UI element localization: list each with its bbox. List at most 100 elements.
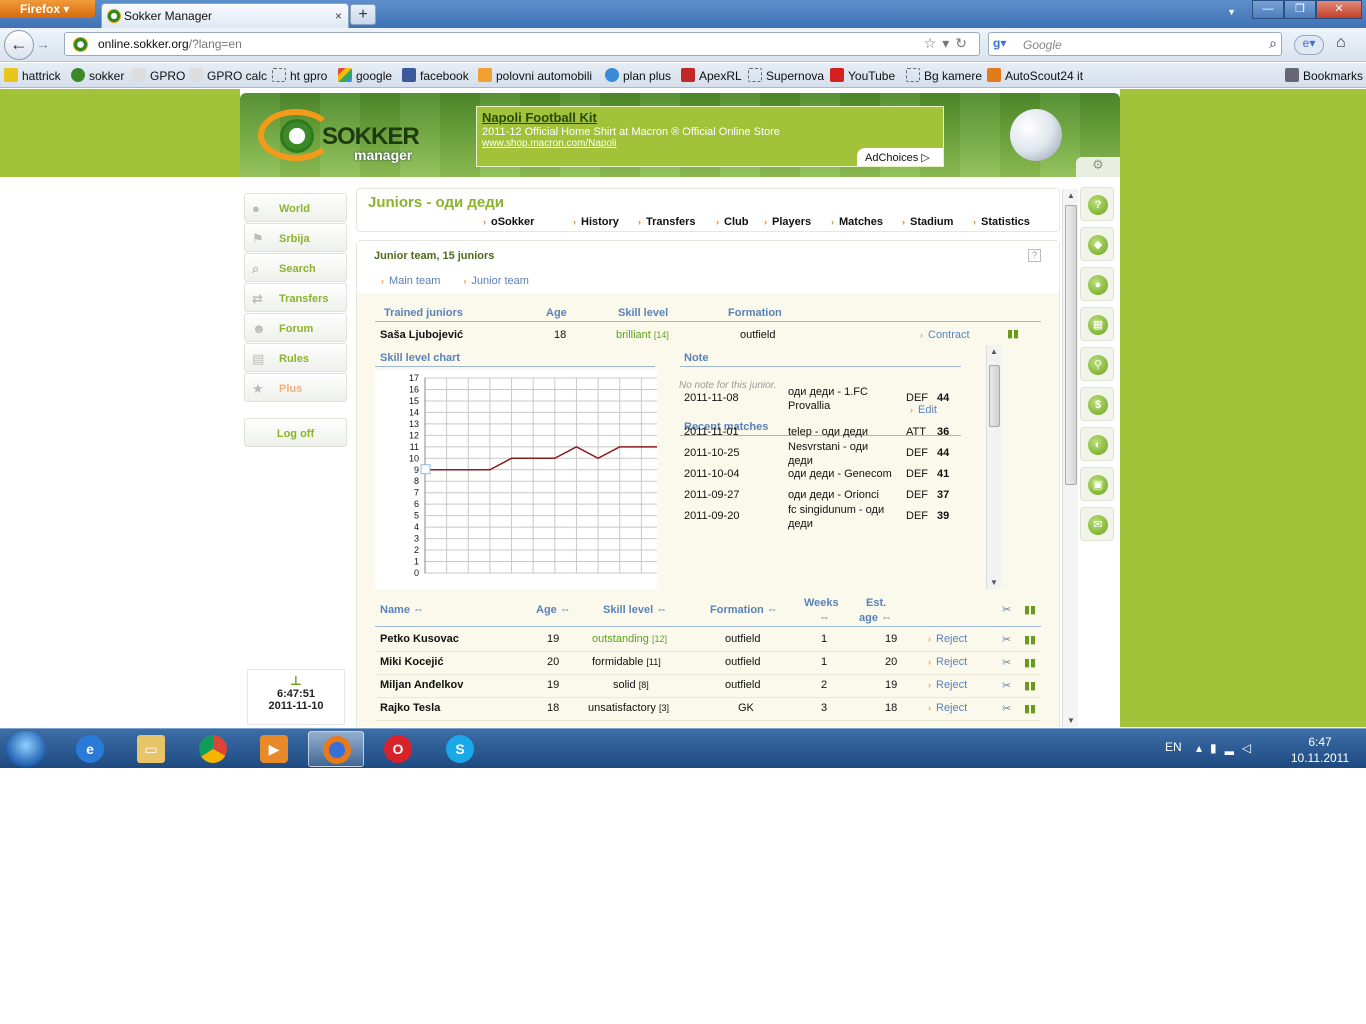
list-col-skill[interactable]: Skill level ⇔ <box>603 604 667 616</box>
scroll-up-icon[interactable]: ▲ <box>990 347 998 356</box>
url-bar[interactable]: online.sokker.org/?lang=en ☆▾↻ <box>64 32 980 56</box>
firefox-menu-button[interactable]: Firefox ▾ <box>0 0 95 18</box>
bookmark-supernova[interactable]: Supernova <box>748 68 824 83</box>
recent-match-teams[interactable]: оди деди - Genecom <box>788 468 892 480</box>
recent-match-teams[interactable]: telep - оди деди <box>788 426 868 438</box>
language-indicator[interactable]: EN <box>1165 740 1182 754</box>
tools-icon[interactable]: ✂ <box>1002 633 1011 646</box>
new-tab-button[interactable]: + <box>350 4 376 25</box>
contract-link[interactable]: › Contract <box>920 329 970 341</box>
mail-rail-button[interactable]: ✉ <box>1080 507 1114 541</box>
reject-link[interactable]: › Reject <box>928 656 967 668</box>
advertisement[interactable]: Napoli Football Kit 2011-12 Official Hom… <box>476 106 944 167</box>
bookmark-gpro-calc[interactable]: GPRO calc <box>189 68 267 83</box>
scroll-down-icon[interactable]: ▼ <box>990 578 998 587</box>
bookmark-bg-kamere[interactable]: Bg kamere <box>906 68 982 83</box>
bookmarks-menu[interactable]: Bookmarks <box>1285 68 1363 83</box>
tab-club[interactable]: › Club <box>716 216 748 228</box>
junior-name[interactable]: Petko Kusovac <box>380 633 459 645</box>
bookmark-ht-gpro[interactable]: ht gpro <box>272 68 327 83</box>
bookmark-youtube[interactable]: YouTube <box>830 68 895 83</box>
whistle-rail-button[interactable]: ◐ <box>1080 427 1114 461</box>
tray-icons[interactable]: ▴▮▂◁ <box>1196 741 1259 755</box>
addon-icon[interactable]: e▾ <box>1294 35 1324 55</box>
stats-chart-icon[interactable]: ▮▮ <box>1024 603 1036 616</box>
adchoices-button[interactable]: AdChoices ▷ <box>857 148 943 166</box>
bookmark-polovni[interactable]: polovni automobili <box>478 68 592 83</box>
list-col-est-age[interactable]: age ⇔ <box>859 612 892 624</box>
nav-search[interactable]: ⌕ Search <box>244 253 347 282</box>
stats-chart-icon[interactable]: ▮▮ <box>1024 656 1036 669</box>
recent-match-teams[interactable]: оди деди - 1.FC Provallia <box>788 385 888 413</box>
scroll-thumb[interactable] <box>989 365 1000 427</box>
nav-transfers[interactable]: ⇄ Transfers <box>244 283 347 312</box>
taskbar-opera[interactable]: O <box>370 731 426 767</box>
taskbar-ie[interactable]: e <box>62 731 118 767</box>
stats-chart-icon[interactable]: ▮▮ <box>1007 327 1019 340</box>
site-identity-icon[interactable] <box>73 37 88 52</box>
nav-rules[interactable]: ▤ Rules <box>244 343 347 372</box>
bookmark-sokker[interactable]: sokker <box>71 68 124 83</box>
junior-name[interactable]: Miljan Anđelkov <box>380 679 463 691</box>
nav-forum[interactable]: ☻ Forum <box>244 313 347 342</box>
taskbar-explorer[interactable]: ▭ <box>123 731 179 767</box>
taskbar-skype[interactable]: S <box>432 731 488 767</box>
recent-match-teams[interactable]: оди деди - Orionci <box>788 489 879 501</box>
minimize-icon[interactable]: — <box>1252 0 1284 19</box>
tab-players[interactable]: › Players <box>764 216 811 228</box>
finance-rail-button[interactable]: $ <box>1080 387 1114 421</box>
stats-chart-icon[interactable]: ▮▮ <box>1024 633 1036 646</box>
nav-world[interactable]: ● World <box>244 193 347 222</box>
taskbar-firefox[interactable] <box>308 731 364 767</box>
tab-matches[interactable]: › Matches <box>831 216 883 228</box>
nav-srbija[interactable]: ⚑ Srbija <box>244 223 347 252</box>
tools-icon[interactable]: ✂ <box>1002 656 1011 669</box>
bookmark-gpro[interactable]: GPRO <box>132 68 185 83</box>
tab-transfers[interactable]: › Transfers <box>638 216 696 228</box>
start-button[interactable] <box>6 731 46 767</box>
bookmark-facebook[interactable]: facebook <box>402 68 469 83</box>
note-edit-link[interactable]: › Edit <box>910 404 937 416</box>
ad-title[interactable]: Napoli Football Kit <box>482 110 938 125</box>
google-engine-icon[interactable]: g▾ <box>993 36 1006 50</box>
page-scroll-thumb[interactable] <box>1065 205 1077 485</box>
tab-history[interactable]: › History <box>573 216 619 228</box>
reject-link[interactable]: › Reject <box>928 633 967 645</box>
bookmark-star-reload-icon[interactable]: ☆▾↻ <box>924 35 973 52</box>
reject-link[interactable]: › Reject <box>928 702 967 714</box>
subtab-junior-team[interactable]: › Junior team <box>463 275 528 287</box>
tools-icon[interactable]: ✂ <box>1002 679 1011 692</box>
tools-icon[interactable]: ✂ <box>1002 702 1011 715</box>
office-rail-button[interactable]: ▣ <box>1080 467 1114 501</box>
tray-clock[interactable]: 6:47 10.11.2011 <box>1284 734 1356 766</box>
list-tabs-icon[interactable]: ▼ <box>1227 7 1236 17</box>
stats-chart-icon[interactable]: ▮▮ <box>1024 702 1036 715</box>
page-scroll-down-icon[interactable]: ▼ <box>1067 716 1075 725</box>
tactics-rail-button[interactable]: ▦ <box>1080 307 1114 341</box>
settings-gears-icon[interactable]: ⚙ <box>1076 157 1120 177</box>
close-tab-icon[interactable]: × <box>335 9 342 23</box>
help-icon[interactable]: ? <box>1028 249 1041 262</box>
bookmark-autoscout[interactable]: AutoScout24 it <box>987 68 1083 83</box>
taskbar-chrome[interactable] <box>185 731 241 767</box>
junior-name[interactable]: Rajko Tesla <box>380 702 440 714</box>
maximize-icon[interactable]: ❐ <box>1284 0 1316 19</box>
list-col-est[interactable]: Est. <box>866 597 886 609</box>
sokker-logo[interactable]: SOKKER manager <box>258 107 420 165</box>
list-col-formation[interactable]: Formation ⇔ <box>710 604 778 616</box>
subtab-main-team[interactable]: › Main team <box>381 275 440 287</box>
back-button[interactable]: ← <box>4 30 34 60</box>
junior-name[interactable]: Miki Kocejić <box>380 656 444 668</box>
list-col-age[interactable]: Age ⇔ <box>536 604 571 616</box>
search-bar[interactable]: g▾ Google ⌕ <box>988 32 1282 56</box>
reject-link[interactable]: › Reject <box>928 679 967 691</box>
close-window-icon[interactable]: ✕ <box>1316 0 1362 19</box>
tab-statistics[interactable]: › Statistics <box>973 216 1030 228</box>
forward-button[interactable]: → <box>36 36 50 52</box>
search-icon[interactable]: ⌕ <box>1269 35 1277 52</box>
tab-stadium[interactable]: › Stadium <box>902 216 953 228</box>
list-col-name[interactable]: Name ⇔ <box>380 604 424 616</box>
browser-tab[interactable]: Sokker Manager × <box>101 3 349 28</box>
list-col-weeks-sort[interactable]: ⇔ <box>819 612 830 624</box>
tab-osokker[interactable]: › oSokker <box>483 216 534 228</box>
